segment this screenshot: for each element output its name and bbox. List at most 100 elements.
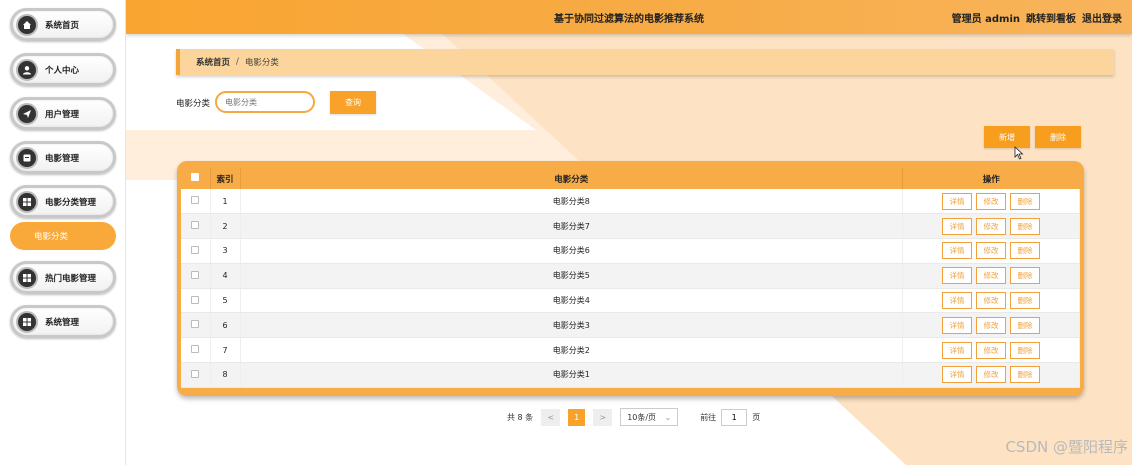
row-edit-button[interactable]: 修改 xyxy=(976,292,1006,310)
row-select[interactable] xyxy=(181,362,211,388)
sidebar-item-label: 电影管理 xyxy=(45,153,80,164)
dashboard-link[interactable]: 跳转到看板 xyxy=(1026,10,1076,25)
table-row: 3 电影分类6 详情 修改 删除 xyxy=(181,238,1080,264)
header-ops: 操作 xyxy=(982,174,1000,185)
row-checkbox[interactable] xyxy=(191,196,200,205)
page-size-select[interactable]: 10条/页 ⌄ xyxy=(620,408,679,426)
row-select[interactable] xyxy=(181,238,211,264)
row-edit-button[interactable]: 修改 xyxy=(976,341,1006,359)
row-delete-button[interactable]: 删除 xyxy=(1010,292,1040,310)
row-category: 电影分类1 xyxy=(240,362,903,388)
sidebar-item-movie-categories[interactable]: 电影分类管理 xyxy=(10,185,116,218)
goto-suffix: 页 xyxy=(752,412,761,422)
row-delete-button[interactable]: 删除 xyxy=(1010,366,1040,384)
user-icon xyxy=(16,58,38,81)
search-button[interactable]: 查询 xyxy=(330,91,376,114)
header-select-all[interactable] xyxy=(181,168,211,189)
sidebar-item-system[interactable]: 系统管理 xyxy=(10,305,116,338)
grid-icon xyxy=(16,190,38,213)
sidebar-item-movies[interactable]: 电影管理 xyxy=(10,141,116,174)
pagination-prev-button[interactable]: < xyxy=(541,408,561,426)
row-category: 电影分类3 xyxy=(240,312,903,339)
breadcrumb-current: 电影分类 xyxy=(244,58,279,68)
row-select[interactable] xyxy=(181,337,211,364)
row-index: 2 xyxy=(210,213,241,240)
row-detail-button[interactable]: 详情 xyxy=(942,316,972,334)
row-delete-button[interactable]: 删除 xyxy=(1010,242,1040,260)
row-select[interactable] xyxy=(181,312,211,339)
sidebar-item-label: 系统管理 xyxy=(45,317,80,328)
row-detail-button[interactable]: 详情 xyxy=(942,242,972,260)
goto-label: 前往 xyxy=(700,412,717,422)
row-detail-button[interactable]: 详情 xyxy=(942,217,972,235)
row-category: 电影分类4 xyxy=(240,288,903,314)
table-row: 4 电影分类5 详情 修改 删除 xyxy=(181,263,1080,289)
row-category: 电影分类7 xyxy=(240,213,903,240)
row-checkbox[interactable] xyxy=(191,295,200,304)
category-table-card: 索引 电影分类 操作 1 电影分类8 详情 修改 删除 2 电影分类7 详情 修改 删除 3 电影分类… xyxy=(177,161,1084,396)
batch-delete-button[interactable]: 删除 xyxy=(1035,126,1081,148)
sidebar-subitem-movie-category[interactable]: 电影分类 xyxy=(10,222,116,250)
row-edit-button[interactable]: 修改 xyxy=(976,242,1006,260)
row-detail-button[interactable]: 详情 xyxy=(942,267,972,285)
row-select[interactable] xyxy=(181,263,211,289)
row-select[interactable] xyxy=(181,213,211,240)
header-index: 索引 xyxy=(210,168,241,189)
row-detail-button[interactable]: 详情 xyxy=(942,292,972,310)
row-edit-button[interactable]: 修改 xyxy=(976,267,1006,285)
table-row: 7 电影分类2 详情 修改 删除 xyxy=(181,337,1080,364)
sidebar-item-profile[interactable]: 个人中心 xyxy=(10,53,116,86)
grid-icon xyxy=(16,266,38,289)
logout-link[interactable]: 退出登录 xyxy=(1082,10,1122,25)
row-checkbox[interactable] xyxy=(191,369,200,378)
row-index: 3 xyxy=(210,238,241,264)
row-index: 6 xyxy=(210,312,241,339)
row-edit-button[interactable]: 修改 xyxy=(976,217,1006,235)
row-ops: 详情 修改 删除 xyxy=(902,238,1080,264)
row-checkbox[interactable] xyxy=(191,245,200,254)
pagination: 共 8 条 < 1 > 10条/页 ⌄ 前往 页 xyxy=(507,408,760,426)
table-row: 1 电影分类8 详情 修改 删除 xyxy=(181,189,1080,215)
row-checkbox[interactable] xyxy=(191,320,200,329)
row-ops: 详情 修改 删除 xyxy=(902,189,1080,215)
row-ops: 详情 修改 删除 xyxy=(902,288,1080,314)
row-detail-button[interactable]: 详情 xyxy=(942,366,972,384)
row-checkbox[interactable] xyxy=(191,221,200,230)
row-select[interactable] xyxy=(181,288,211,314)
add-button[interactable]: 新增 xyxy=(984,126,1030,148)
row-edit-button[interactable]: 修改 xyxy=(976,192,1006,210)
row-detail-button[interactable]: 详情 xyxy=(942,341,972,359)
row-delete-button[interactable]: 删除 xyxy=(1010,192,1040,210)
header-user-area: 管理员 admin 跳转到看板 退出登录 xyxy=(952,10,1122,25)
row-delete-button[interactable]: 删除 xyxy=(1010,341,1040,359)
row-checkbox[interactable] xyxy=(191,345,200,354)
sidebar-item-home[interactable]: 系统首页 xyxy=(10,8,116,41)
table-row: 2 电影分类7 详情 修改 删除 xyxy=(181,213,1080,240)
pagination-next-button[interactable]: > xyxy=(593,408,613,426)
sidebar-item-hot-movies[interactable]: 热门电影管理 xyxy=(10,261,116,294)
table-row: 8 电影分类1 详情 修改 删除 xyxy=(181,362,1080,388)
search-input[interactable] xyxy=(215,91,315,113)
header-category: 电影分类 xyxy=(240,168,903,189)
breadcrumb-home[interactable]: 系统首页 xyxy=(196,56,230,68)
select-all-checkbox[interactable] xyxy=(191,173,200,181)
row-category: 电影分类6 xyxy=(240,238,903,264)
sidebar-item-users[interactable]: 用户管理 xyxy=(10,97,116,130)
sidebar-item-label: 电影分类管理 xyxy=(45,197,97,208)
row-detail-button[interactable]: 详情 xyxy=(942,192,972,210)
pagination-page-current[interactable]: 1 xyxy=(568,408,586,426)
film-icon xyxy=(16,146,38,169)
row-delete-button[interactable]: 删除 xyxy=(1010,217,1040,235)
row-category: 电影分类8 xyxy=(240,189,903,215)
grid-icon xyxy=(16,310,38,333)
row-edit-button[interactable]: 修改 xyxy=(976,366,1006,384)
row-delete-button[interactable]: 删除 xyxy=(1010,267,1040,285)
row-edit-button[interactable]: 修改 xyxy=(976,316,1006,334)
row-category: 电影分类5 xyxy=(240,263,903,289)
row-checkbox[interactable] xyxy=(191,270,200,279)
row-delete-button[interactable]: 删除 xyxy=(1010,316,1040,334)
row-select[interactable] xyxy=(181,189,211,215)
breadcrumb-separator: / xyxy=(236,57,239,67)
admin-label: 管理员 admin xyxy=(951,14,1020,25)
goto-page-input[interactable] xyxy=(721,408,748,426)
